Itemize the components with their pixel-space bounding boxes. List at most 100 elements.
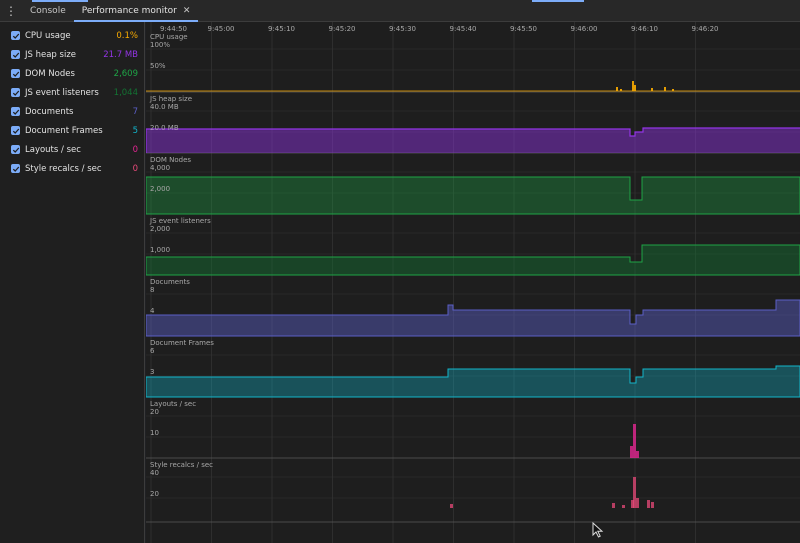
style-recalcs-bar xyxy=(633,477,636,508)
checkbox-checked-icon[interactable] xyxy=(11,88,20,97)
metric-toggle-style-recalcs-sec[interactable]: Style recalcs / sec 0 xyxy=(0,159,144,178)
metric-label: Layouts / sec xyxy=(25,144,81,155)
time-tick-label: 9:45:20 xyxy=(329,25,356,33)
listeners-series-area xyxy=(146,245,800,275)
style-recalcs-bar xyxy=(651,502,654,508)
scale-label-top: 6 xyxy=(150,347,155,355)
mouse-pointer-icon xyxy=(592,522,604,538)
style-recalcs-bar xyxy=(647,500,650,508)
cpu-spike xyxy=(634,85,636,91)
scale-label-mid: 50% xyxy=(150,62,166,70)
time-tick-label: 9:45:30 xyxy=(389,25,416,33)
scale-label-top: 40.0 MB xyxy=(150,103,179,111)
metric-label: Document Frames xyxy=(25,125,103,136)
scale-label-top: 4,000 xyxy=(150,164,170,172)
graph-title: Documents xyxy=(150,278,190,286)
metric-value: 7 xyxy=(132,106,138,117)
tab-console[interactable]: Console xyxy=(22,0,74,21)
tab-label: Console xyxy=(30,5,66,16)
cpu-spike xyxy=(672,89,674,91)
time-tick-label: 9:44:50 xyxy=(160,25,187,33)
metric-toggle-js-heap-size[interactable]: JS heap size 21.7 MB xyxy=(0,45,144,64)
time-tick-label: 9:45:40 xyxy=(450,25,477,33)
frames-series-area xyxy=(146,366,800,397)
graph-cpu-usage: CPU usage100% 50% xyxy=(146,33,800,93)
checkbox-checked-icon[interactable] xyxy=(11,145,20,154)
metric-label: JS event listeners xyxy=(25,87,99,98)
graph-title: JS heap size xyxy=(149,95,192,103)
time-tick-label: 9:45:50 xyxy=(510,25,537,33)
graph-document-frames: Document Frames6 3 xyxy=(146,339,800,398)
checkbox-checked-icon[interactable] xyxy=(11,31,20,40)
scale-label-mid: 1,000 xyxy=(150,246,170,254)
performance-graphs: 9:44:50 9:45:00 9:45:10 9:45:20 9:45:30 9:45:… xyxy=(146,22,800,543)
accent-strip xyxy=(532,0,584,2)
time-tick-label: 9:45:10 xyxy=(268,25,295,33)
graph-title: CPU usage xyxy=(150,33,188,41)
layouts-bar xyxy=(633,424,636,458)
metric-label: Documents xyxy=(25,106,74,117)
time-tick-label: 9:45:00 xyxy=(208,25,235,33)
checkbox-checked-icon[interactable] xyxy=(11,164,20,173)
scale-label-mid: 20.0 MB xyxy=(150,124,179,132)
dom-nodes-series-area xyxy=(146,177,800,214)
style-recalcs-bar xyxy=(636,498,639,508)
checkbox-checked-icon[interactable] xyxy=(11,107,20,116)
scale-label-mid: 2,000 xyxy=(150,185,170,193)
checkbox-checked-icon[interactable] xyxy=(11,126,20,135)
metrics-sidebar: CPU usage 0.1% JS heap size 21.7 MB DOM Node… xyxy=(0,22,145,543)
metric-value: 1,044 xyxy=(113,87,138,98)
metric-toggle-cpu-usage[interactable]: CPU usage 0.1% xyxy=(0,26,144,45)
scale-label-top: 40 xyxy=(150,469,159,477)
time-tick-label: 9:46:10 xyxy=(631,25,658,33)
metric-value: 5 xyxy=(132,125,138,136)
devtools-drawer-tabbar: ⋮ Console Performance monitor ✕ xyxy=(0,0,800,22)
graph-title: Layouts / sec xyxy=(150,400,196,408)
layouts-bar xyxy=(630,446,633,458)
metric-value: 0.1% xyxy=(116,30,138,41)
scale-label-top: 20 xyxy=(150,408,159,416)
graph-documents: Documents8 4 xyxy=(146,278,800,337)
metric-label: DOM Nodes xyxy=(25,68,75,79)
metric-value: 0 xyxy=(132,144,138,155)
scale-label-mid: 20 xyxy=(150,490,159,498)
time-tick-label: 9:46:20 xyxy=(692,25,719,33)
heap-series-area xyxy=(146,128,800,153)
style-recalcs-bar xyxy=(612,503,615,508)
graph-title: JS event listeners xyxy=(149,217,211,225)
metric-value: 2,609 xyxy=(113,68,138,79)
tab-performance-monitor[interactable]: Performance monitor ✕ xyxy=(73,0,199,22)
documents-series-area xyxy=(146,300,800,336)
metric-toggle-layouts-sec[interactable]: Layouts / sec 0 xyxy=(0,140,144,159)
scale-label-top: 8 xyxy=(150,286,154,294)
metric-toggle-js-event-listeners[interactable]: JS event listeners 1,044 xyxy=(0,83,144,102)
cpu-spike xyxy=(616,87,618,91)
tab-label: Performance monitor xyxy=(81,5,177,16)
graph-title: DOM Nodes xyxy=(150,156,191,164)
scale-label-top: 2,000 xyxy=(150,225,170,233)
checkbox-checked-icon[interactable] xyxy=(11,69,20,78)
close-tab-icon[interactable]: ✕ xyxy=(183,6,191,16)
style-recalcs-bar xyxy=(450,504,453,508)
more-options-icon[interactable]: ⋮ xyxy=(0,0,22,21)
scale-label-mid: 4 xyxy=(150,307,155,315)
style-recalcs-bar xyxy=(622,505,625,508)
metric-value: 21.7 MB xyxy=(103,49,138,60)
metric-label: Style recalcs / sec xyxy=(25,163,102,174)
graph-js-event-listeners: JS event listeners2,000 1,000 xyxy=(146,217,800,276)
metric-toggle-dom-nodes[interactable]: DOM Nodes 2,609 xyxy=(0,64,144,83)
time-tick-label: 9:46:00 xyxy=(571,25,598,33)
graph-dom-nodes: DOM Nodes4,000 2,000 xyxy=(146,156,800,215)
graph-title: Style recalcs / sec xyxy=(150,461,213,469)
graph-title: Document Frames xyxy=(150,339,214,347)
metric-label: JS heap size xyxy=(25,49,77,60)
metric-toggle-document-frames[interactable]: Document Frames 5 xyxy=(0,121,144,140)
scale-label-mid: 10 xyxy=(150,429,159,437)
graph-style-recalcs-sec: Style recalcs / sec40 20 xyxy=(146,461,800,523)
metric-value: 0 xyxy=(132,163,138,174)
metric-toggle-documents[interactable]: Documents 7 xyxy=(0,102,144,121)
cpu-spike xyxy=(620,89,622,91)
checkbox-checked-icon[interactable] xyxy=(11,50,20,59)
graph-js-heap-size: JS heap size40.0 MB 20.0 MB xyxy=(146,95,800,154)
graphs-canvas: 9:44:50 9:45:00 9:45:10 9:45:20 9:45:30 9:45:… xyxy=(146,22,800,543)
